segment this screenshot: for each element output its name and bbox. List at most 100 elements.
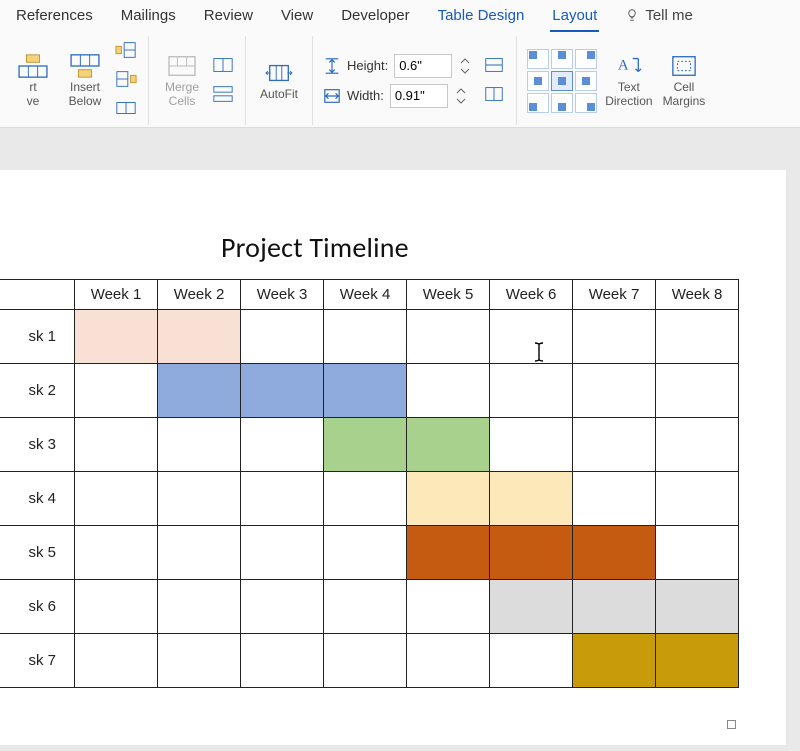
cell[interactable] (490, 526, 573, 580)
cell[interactable] (573, 310, 656, 364)
cell[interactable] (656, 310, 739, 364)
align-bottom-center[interactable] (551, 93, 573, 113)
cell[interactable] (324, 634, 407, 688)
cell[interactable] (75, 526, 158, 580)
align-center-center[interactable] (551, 71, 573, 91)
insert-right-button[interactable] (114, 68, 138, 93)
cell[interactable] (490, 364, 573, 418)
col-header-1[interactable]: Week 1 (75, 280, 158, 310)
col-header-8[interactable]: Week 8 (656, 280, 739, 310)
cell[interactable] (656, 634, 739, 688)
cell[interactable] (324, 418, 407, 472)
cell-margins-button[interactable]: Cell Margins (661, 51, 708, 109)
cell[interactable] (75, 580, 158, 634)
document-page[interactable]: Project Timeline Week 1Week 2Week 3Week … (0, 170, 786, 745)
cell[interactable] (573, 634, 656, 688)
tab-developer[interactable]: Developer (339, 5, 411, 32)
cell[interactable] (407, 364, 490, 418)
cell[interactable] (407, 526, 490, 580)
cell[interactable] (75, 472, 158, 526)
col-header-7[interactable]: Week 7 (573, 280, 656, 310)
tab-references[interactable]: References (14, 5, 95, 32)
autofit-button[interactable]: AutoFit (256, 58, 302, 103)
tab-review[interactable]: Review (202, 5, 255, 32)
cell[interactable] (158, 310, 241, 364)
cell[interactable] (490, 418, 573, 472)
text-direction-button[interactable]: A Text Direction (603, 51, 654, 109)
cell[interactable] (573, 364, 656, 418)
table-resize-handle[interactable] (727, 720, 736, 729)
cell[interactable] (324, 364, 407, 418)
merge-cells-button[interactable]: Merge Cells (159, 51, 205, 109)
insert-above-button[interactable]: rt ve (10, 51, 56, 109)
row-header[interactable]: sk 3 (0, 418, 75, 472)
row-header[interactable]: sk 1 (0, 310, 75, 364)
cell[interactable] (656, 472, 739, 526)
tab-view[interactable]: View (279, 5, 315, 32)
tell-me-search[interactable]: Tell me (623, 5, 695, 32)
insert-below-button[interactable]: Insert Below (62, 51, 108, 109)
cell[interactable] (490, 634, 573, 688)
width-input[interactable] (390, 84, 448, 108)
cell[interactable] (158, 526, 241, 580)
height-input[interactable] (394, 54, 452, 78)
row-header[interactable]: sk 2 (0, 364, 75, 418)
cell[interactable] (490, 472, 573, 526)
align-bottom-left[interactable] (527, 93, 549, 113)
cell[interactable] (241, 526, 324, 580)
cell[interactable] (241, 418, 324, 472)
distribute-rows-button[interactable] (482, 54, 506, 79)
cell[interactable] (407, 418, 490, 472)
cell[interactable] (241, 364, 324, 418)
cell[interactable] (324, 526, 407, 580)
cell[interactable] (573, 526, 656, 580)
row-header[interactable]: sk 4 (0, 472, 75, 526)
cell[interactable] (324, 580, 407, 634)
cell[interactable] (656, 526, 739, 580)
cell[interactable] (324, 472, 407, 526)
distribute-cols-button[interactable] (482, 83, 506, 108)
tab-layout[interactable]: Layout (550, 5, 599, 32)
cell[interactable] (573, 418, 656, 472)
cell[interactable] (407, 472, 490, 526)
cell[interactable] (75, 310, 158, 364)
col-header-5[interactable]: Week 5 (407, 280, 490, 310)
cell[interactable] (573, 472, 656, 526)
cell[interactable] (75, 418, 158, 472)
cell[interactable] (75, 364, 158, 418)
align-top-right[interactable] (575, 49, 597, 69)
width-spinner[interactable] (454, 86, 468, 106)
cell[interactable] (241, 634, 324, 688)
row-header[interactable]: sk 7 (0, 634, 75, 688)
height-spinner[interactable] (458, 56, 472, 76)
tab-table-design[interactable]: Table Design (436, 5, 527, 32)
col-header-2[interactable]: Week 2 (158, 280, 241, 310)
insert-cells-button[interactable] (114, 97, 138, 122)
cell[interactable] (241, 580, 324, 634)
col-header-3[interactable]: Week 3 (241, 280, 324, 310)
cell[interactable] (656, 418, 739, 472)
cell[interactable] (324, 310, 407, 364)
cell[interactable] (656, 364, 739, 418)
cell[interactable] (158, 634, 241, 688)
cell[interactable] (75, 634, 158, 688)
split-table-button[interactable] (211, 83, 235, 108)
cell[interactable] (573, 580, 656, 634)
align-center-left[interactable] (527, 71, 549, 91)
cell[interactable] (158, 364, 241, 418)
insert-left-button[interactable] (114, 39, 138, 64)
tab-mailings[interactable]: Mailings (119, 5, 178, 32)
cell[interactable] (158, 472, 241, 526)
col-header-6[interactable]: Week 6 (490, 280, 573, 310)
split-cells-button[interactable] (211, 54, 235, 79)
cell[interactable] (656, 580, 739, 634)
align-top-center[interactable] (551, 49, 573, 69)
cell[interactable] (241, 310, 324, 364)
row-header[interactable]: sk 6 (0, 580, 75, 634)
cell[interactable] (407, 634, 490, 688)
cell[interactable] (158, 418, 241, 472)
align-top-left[interactable] (527, 49, 549, 69)
cell[interactable] (490, 580, 573, 634)
align-center-right[interactable] (575, 71, 597, 91)
cell[interactable] (407, 580, 490, 634)
